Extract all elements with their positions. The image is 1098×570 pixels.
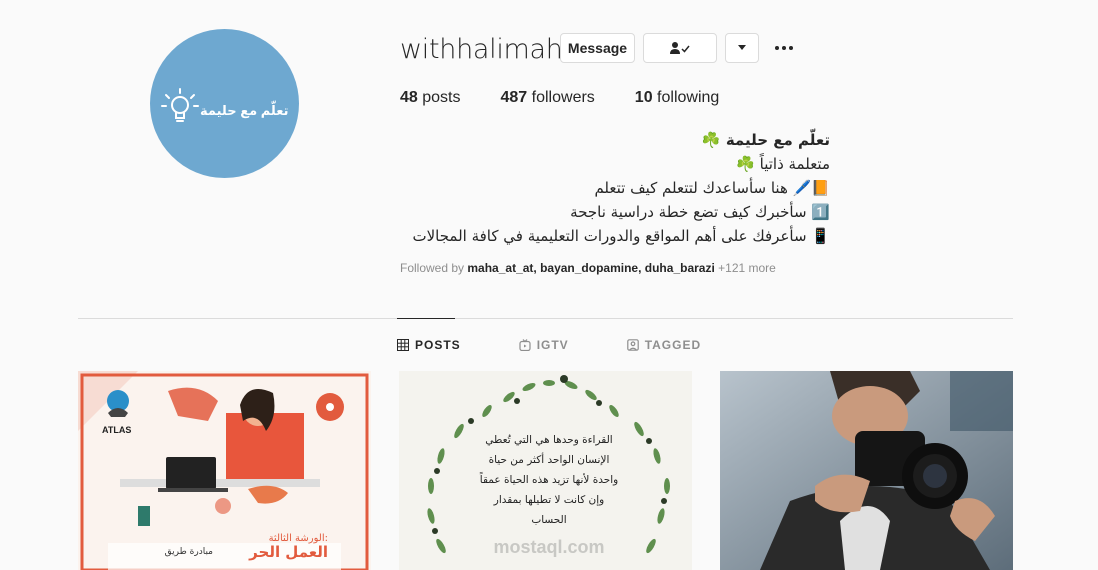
posts-count: 48: [400, 89, 418, 106]
post-photo: [720, 371, 1013, 570]
followed-by-prefix: Followed by: [400, 261, 465, 275]
post-brand: ATLAS: [102, 425, 131, 435]
ellipsis-dot: [782, 46, 786, 50]
tab-tagged[interactable]: TAGGED: [626, 338, 702, 352]
tab-tagged-label: TAGGED: [644, 338, 702, 352]
following-button[interactable]: [643, 33, 717, 63]
quote-line: القراءة وحدها هي التي تُعطي: [485, 434, 612, 446]
following-count: 10: [634, 89, 653, 106]
profile-avatar[interactable]: تعلّم مع حليمة: [150, 29, 299, 178]
person-check-icon: [670, 42, 690, 54]
following-label: following: [657, 89, 720, 106]
post-illustration: القراءة وحدها هي التي تُعطي الإنسان الوا…: [399, 371, 692, 570]
ellipsis-icon: [775, 46, 779, 50]
bio-line: 📙🖊️ هنا سأساعدك لتتعلم كيف تتعلم: [594, 179, 830, 197]
caret-down-icon: [738, 45, 746, 50]
igtv-icon: [519, 339, 531, 351]
avatar-logo-text: تعلّم مع حليمة: [200, 103, 289, 118]
post-illustration: ATLAS الورشة الثالثة: العمل الحر مبادرة …: [78, 371, 371, 570]
message-button[interactable]: Message: [560, 33, 635, 63]
quote-line: وإن كانت لا تطيلها بمقدار: [493, 494, 605, 506]
quote-line: واحدة لأنها تزيد هذه الحياة عمقاً: [480, 472, 619, 486]
tagged-icon: [626, 339, 639, 351]
profile-bio: تعلّم مع حليمة ☘️ متعلمة ذاتياً ☘️ 📙🖊️ ه…: [390, 128, 830, 248]
post-title: العمل الحر: [248, 543, 328, 561]
followers-count: 487: [500, 89, 528, 106]
bio-display-name: تعلّم مع حليمة ☘️: [701, 131, 830, 149]
tabs-divider: [78, 318, 1013, 319]
more-options-button[interactable]: [772, 38, 796, 58]
ellipsis-dot: [789, 46, 793, 50]
followers-stat[interactable]: 487 followers: [501, 89, 595, 107]
followers-label: followers: [531, 89, 595, 106]
post-thumbnail[interactable]: القراءة وحدها هي التي تُعطي الإنسان الوا…: [399, 371, 692, 570]
tab-posts[interactable]: POSTS: [397, 338, 461, 352]
bio-line: 📱 سأعرفك على أهم المواقع والدورات التعلي…: [412, 227, 830, 245]
bio-line: متعلمة ذاتياً ☘️: [736, 155, 830, 173]
followed-by-users: maha_at_at, bayan_dopamine, duha_barazi: [467, 261, 715, 275]
tab-posts-label: POSTS: [415, 338, 461, 352]
profile-tabs: POSTS IGTV TAGGED: [397, 338, 759, 352]
lightbulb-icon: [161, 88, 199, 122]
quote-line: الحساب: [531, 514, 566, 526]
posts-label: posts: [422, 89, 461, 106]
grid-icon: [397, 339, 409, 351]
active-tab-indicator: [397, 318, 455, 319]
following-stat[interactable]: 10 following: [635, 89, 720, 107]
followed-by[interactable]: Followed by maha_at_at, bayan_dopamine, …: [400, 261, 776, 275]
quote-line: الإنسان الواحد أكثر من حياة: [489, 452, 610, 466]
watermark: mostaql.com: [493, 537, 604, 557]
tab-igtv-label: IGTV: [536, 338, 569, 352]
post-tag: مبادرة طريق: [165, 547, 214, 557]
tab-igtv[interactable]: IGTV: [519, 338, 569, 352]
profile-username: withhalimah: [400, 34, 563, 65]
post-thumbnail[interactable]: ATLAS الورشة الثالثة: العمل الحر مبادرة …: [78, 371, 371, 570]
suggestions-dropdown-button[interactable]: [725, 33, 759, 63]
followed-by-more: +121 more: [718, 261, 776, 275]
posts-stat: 48 posts: [400, 89, 461, 107]
profile-stats: 48 posts 487 followers 10 following: [400, 89, 759, 107]
bio-line: 1️⃣ سأخبرك كيف تضع خطة دراسية ناجحة: [570, 203, 830, 221]
post-thumbnail[interactable]: [720, 371, 1013, 570]
